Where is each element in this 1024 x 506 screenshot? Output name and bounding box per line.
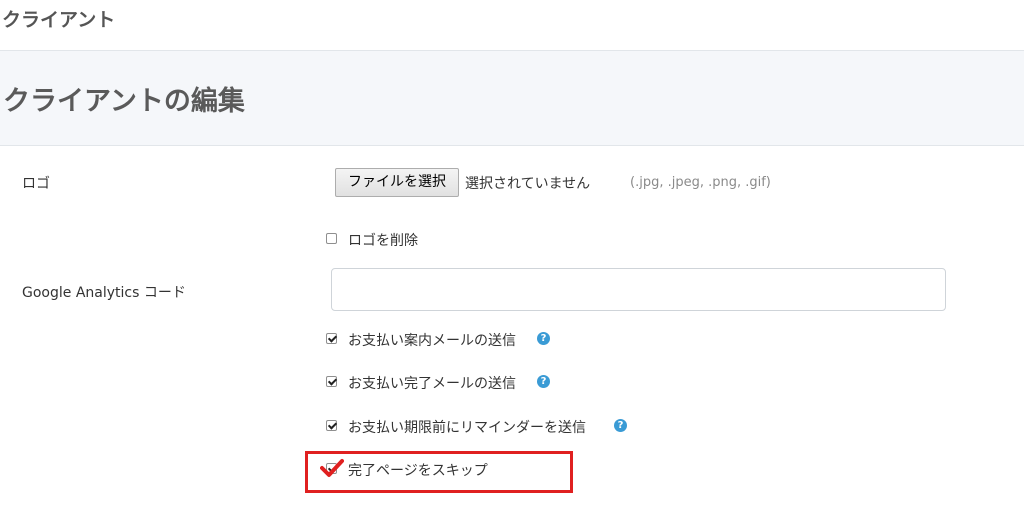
reminder-checkbox[interactable] (326, 420, 337, 431)
payment-guide-checkbox[interactable] (326, 333, 337, 344)
question-circle-icon[interactable]: ? (614, 419, 627, 432)
delete-logo-label: ロゴを削除 (348, 233, 418, 249)
page-title: クライアントの編集 (3, 86, 245, 117)
top-bar-title: クライアント (2, 9, 116, 31)
question-circle-icon[interactable]: ? (537, 332, 550, 345)
payment-complete-label: お支払い完了メールの送信 (348, 376, 516, 392)
payment-complete-checkbox[interactable] (326, 376, 337, 387)
question-circle-icon[interactable]: ? (537, 375, 550, 388)
reminder-label: お支払い期限前にリマインダーを送信 (348, 420, 586, 436)
delete-logo-checkbox[interactable] (326, 233, 337, 244)
choose-file-button[interactable]: ファイルを選択 (335, 168, 459, 197)
file-status-text: 選択されていません (465, 176, 591, 192)
file-type-hint: (.jpg, .jpeg, .png, .gif) (630, 175, 771, 190)
red-checkmark-icon (320, 459, 344, 477)
analytics-code-input[interactable] (331, 268, 946, 311)
page-header: クライアントの編集 (0, 51, 1024, 145)
analytics-label: Google Analytics コード (22, 285, 186, 301)
highlight-annotation-box (305, 451, 573, 493)
payment-guide-label: お支払い案内メールの送信 (348, 333, 516, 349)
logo-label: ロゴ (22, 176, 50, 192)
top-bar: クライアント (0, 0, 1024, 51)
